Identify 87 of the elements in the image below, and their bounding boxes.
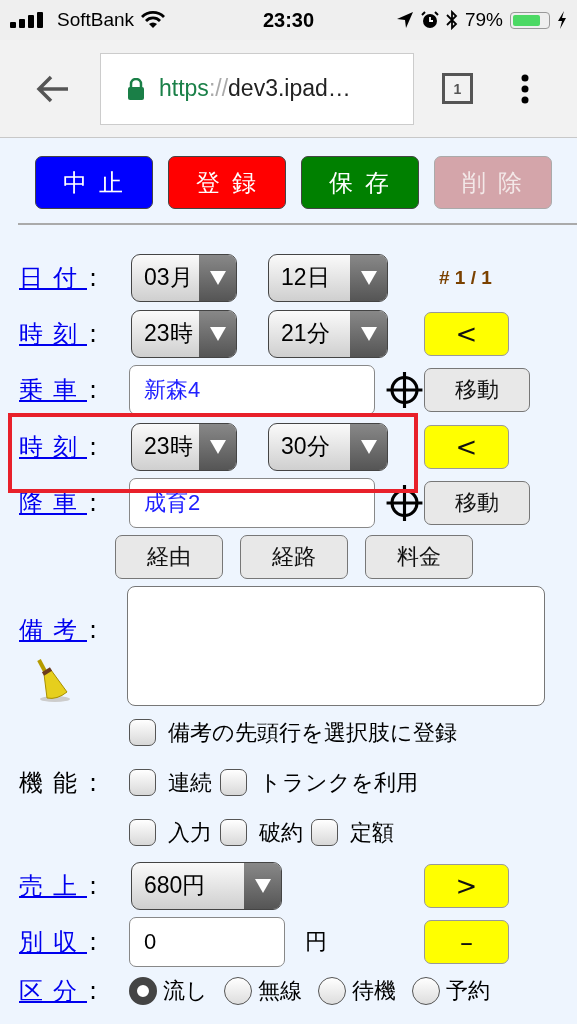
- label-colon: :: [89, 928, 98, 956]
- record-counter: # 1 / 1: [439, 266, 492, 289]
- row-action-button[interactable]: 移動: [424, 481, 530, 525]
- dropdown-arrow-icon: [209, 270, 226, 285]
- radio-label: 流し: [163, 977, 208, 1005]
- route-button[interactable]: 経由: [115, 535, 223, 579]
- checkbox[interactable]: [311, 819, 338, 846]
- battery-percent: 79%: [464, 9, 503, 31]
- row-action-button[interactable]: 移動: [424, 368, 530, 412]
- clock-time: 23:30: [262, 8, 315, 32]
- row-action-button[interactable]: –: [424, 920, 509, 964]
- dropdown-arrow-icon: [254, 878, 271, 893]
- row-action-button[interactable]: <: [424, 311, 509, 356]
- label-colon: :: [89, 263, 98, 292]
- route-button[interactable]: 経路: [240, 535, 348, 579]
- lock-icon: [127, 77, 145, 100]
- field-label-link[interactable]: 日付: [19, 261, 87, 294]
- carrier-name: SoftBank: [57, 9, 135, 31]
- radio-label: 待機: [352, 977, 396, 1005]
- label-colon: :: [89, 616, 98, 644]
- memo-field[interactable]: [127, 586, 545, 706]
- field-label-link[interactable]: 降車: [19, 487, 87, 519]
- checkbox[interactable]: [220, 819, 247, 846]
- checkbox[interactable]: [220, 769, 247, 796]
- label-colon: :: [89, 489, 98, 517]
- label-colon: :: [89, 376, 98, 404]
- amount-field[interactable]: 0: [129, 917, 285, 967]
- label-colon: :: [89, 319, 98, 348]
- action-button[interactable]: 中止: [35, 156, 153, 209]
- action-button[interactable]: 登録: [168, 156, 286, 209]
- radio-label: 予約: [446, 977, 490, 1005]
- location-arrow-icon: [395, 11, 414, 29]
- location-field[interactable]: 成育2: [129, 478, 375, 528]
- dropdown[interactable]: 12日: [268, 253, 388, 302]
- label-colon: :: [89, 871, 98, 900]
- route-button[interactable]: 料金: [365, 535, 473, 579]
- wifi-icon: [141, 11, 166, 29]
- label-colon: :: [89, 768, 98, 797]
- field-label-link[interactable]: 時刻: [19, 430, 87, 463]
- radio-button[interactable]: [224, 977, 252, 1005]
- row-action-button[interactable]: <: [424, 424, 509, 469]
- tab-count-button[interactable]: 1: [442, 73, 473, 104]
- url-text: https://dev3.ipad…: [159, 75, 351, 102]
- checkbox-label: 備考の先頭行を選択肢に登録: [168, 718, 457, 747]
- field-label-link[interactable]: 別収: [19, 926, 87, 958]
- radio-label: 無線: [258, 977, 302, 1005]
- field-label-link[interactable]: 乗車: [19, 374, 87, 406]
- checkbox-label: 定額: [350, 818, 394, 847]
- row-action-button[interactable]: >: [424, 863, 509, 908]
- address-bar[interactable]: https://dev3.ipad…: [100, 52, 414, 125]
- field-label-link[interactable]: 売上: [19, 869, 87, 902]
- checkbox[interactable]: [129, 769, 156, 796]
- dropdown[interactable]: 680円: [131, 861, 282, 910]
- checkbox-label: 入力: [168, 818, 212, 847]
- dropdown[interactable]: 23時: [131, 422, 237, 471]
- action-button[interactable]: 保存: [301, 156, 419, 209]
- field-label-link[interactable]: 備考: [19, 614, 87, 646]
- checkbox[interactable]: [129, 819, 156, 846]
- dropdown[interactable]: 23時: [131, 309, 237, 358]
- field-label-link[interactable]: 時刻: [19, 317, 87, 350]
- label-colon: :: [89, 977, 98, 1005]
- battery-icon: [510, 11, 550, 29]
- label-colon: :: [89, 432, 98, 461]
- menu-icon[interactable]: [521, 73, 529, 104]
- charging-bolt-icon: [557, 11, 567, 29]
- dropdown-arrow-icon: [209, 439, 226, 454]
- back-arrow-icon[interactable]: [36, 74, 70, 103]
- radio-button[interactable]: [318, 977, 346, 1005]
- dropdown[interactable]: 03月: [131, 253, 237, 302]
- field-label: 機能: [19, 767, 87, 799]
- checkbox-label: トランクを利用: [259, 768, 418, 797]
- radio-button[interactable]: [412, 977, 440, 1005]
- field-label-link[interactable]: 区分: [19, 975, 87, 1007]
- checkbox-label: 連続: [168, 768, 212, 797]
- dropdown-arrow-icon: [209, 326, 226, 341]
- dropdown[interactable]: 30分: [268, 422, 388, 471]
- dropdown-arrow-icon: [360, 270, 377, 285]
- radio-button[interactable]: [129, 977, 157, 1005]
- dropdown[interactable]: 21分: [268, 309, 388, 358]
- dropdown-arrow-icon: [360, 326, 377, 341]
- checkbox[interactable]: [129, 719, 156, 746]
- checkbox-label: 破約: [259, 818, 303, 847]
- location-field[interactable]: 新森4: [129, 365, 375, 415]
- dropdown-arrow-icon: [360, 439, 377, 454]
- bluetooth-icon: [445, 10, 458, 30]
- currency-unit: 円: [305, 928, 327, 956]
- alarm-clock-icon: [420, 11, 439, 29]
